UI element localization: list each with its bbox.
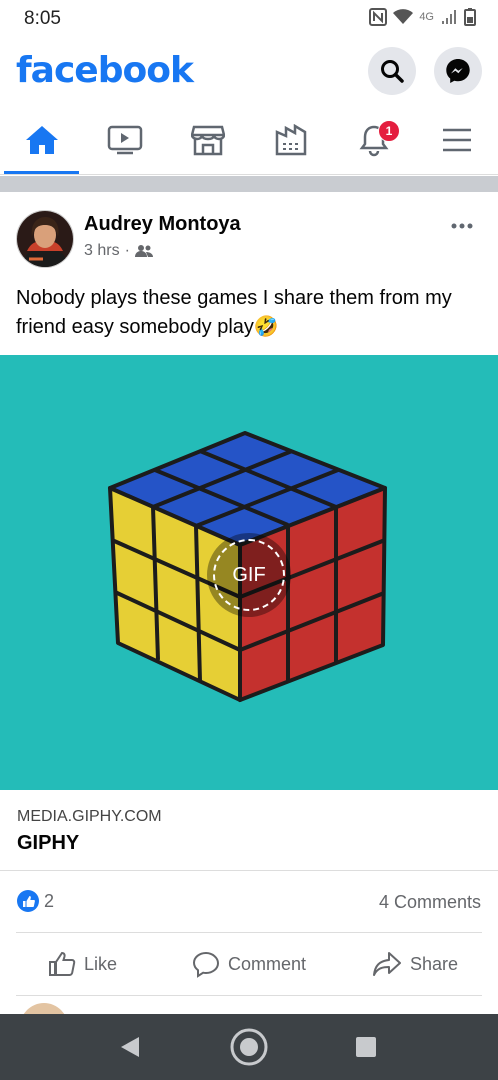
link-preview[interactable]: MEDIA.GIPHY.COM GIPHY	[0, 790, 498, 871]
notification-badge: 1	[378, 120, 400, 142]
recents-button[interactable]	[348, 1014, 384, 1080]
tab-home[interactable]	[0, 106, 83, 174]
signal-icon	[442, 10, 456, 24]
post-meta: 3 hrs ·	[84, 242, 153, 260]
like-icon	[49, 951, 76, 976]
back-icon	[121, 1037, 139, 1057]
back-button[interactable]	[110, 1014, 150, 1080]
facebook-logo[interactable]: facebook	[16, 50, 194, 91]
status-bar: 8:05 4G	[0, 0, 498, 36]
post-time[interactable]: 3 hrs	[84, 242, 120, 260]
avatar-image	[17, 211, 73, 267]
friends-icon	[134, 245, 153, 257]
author-avatar[interactable]	[16, 210, 74, 268]
search-icon	[381, 60, 404, 83]
like-button[interactable]: Like	[48, 933, 117, 995]
nfc-icon	[369, 8, 388, 26]
wifi-icon	[393, 9, 414, 24]
recents-icon	[356, 1037, 376, 1057]
thumbs-up-icon	[22, 895, 35, 907]
menu-icon	[442, 128, 471, 152]
messenger-button[interactable]	[434, 47, 482, 95]
post-actions: Like Comment Share	[16, 932, 482, 996]
gif-play-button[interactable]: GIF	[207, 533, 291, 617]
like-label: Like	[84, 953, 118, 974]
like-reaction-icon[interactable]	[17, 890, 39, 912]
tab-marketplace[interactable]	[166, 106, 249, 174]
more-icon	[451, 223, 473, 229]
tab-watch[interactable]	[83, 106, 166, 174]
link-title: GIPHY	[17, 832, 80, 854]
battery-icon	[464, 8, 476, 26]
building-icon	[275, 124, 306, 156]
share-button[interactable]: Share	[372, 933, 458, 995]
comments-count[interactable]: 4 Comments	[379, 892, 481, 913]
post-text: Nobody plays these games I share them fr…	[16, 287, 452, 338]
tab-bar: 1	[0, 106, 498, 175]
network-label: 4G	[419, 11, 434, 23]
home-icon	[25, 126, 58, 154]
share-icon	[373, 952, 401, 976]
store-icon	[190, 125, 225, 156]
meta-separator: ·	[124, 242, 130, 259]
reaction-count[interactable]: 2	[44, 891, 54, 912]
feed-divider	[0, 176, 498, 192]
active-tab-indicator	[4, 171, 79, 174]
home-nav-button[interactable]	[228, 1014, 270, 1080]
gif-label: GIF	[232, 563, 266, 586]
link-domain: MEDIA.GIPHY.COM	[17, 808, 162, 825]
tab-menu[interactable]	[415, 106, 498, 174]
post-header: Audrey Montoya 3 hrs ·	[0, 192, 498, 278]
comment-button[interactable]: Comment	[192, 933, 306, 995]
reactions-summary: 2 4 Comments	[0, 878, 498, 926]
app-header: facebook	[0, 36, 498, 106]
messenger-icon	[446, 59, 470, 83]
status-icons: 4G	[369, 8, 476, 26]
more-options-button[interactable]	[450, 210, 474, 236]
status-time: 8:05	[24, 8, 61, 29]
android-nav-bar	[0, 1014, 498, 1080]
share-label: Share	[410, 953, 459, 974]
author-name[interactable]: Audrey Montoya	[84, 213, 241, 236]
video-icon	[107, 125, 142, 155]
tab-notifications[interactable]: 1	[332, 106, 415, 174]
home-circle-icon	[230, 1028, 268, 1066]
comment-icon	[192, 951, 220, 978]
comment-label: Comment	[228, 953, 307, 974]
search-button[interactable]	[368, 47, 416, 95]
tab-pages[interactable]	[249, 106, 332, 174]
